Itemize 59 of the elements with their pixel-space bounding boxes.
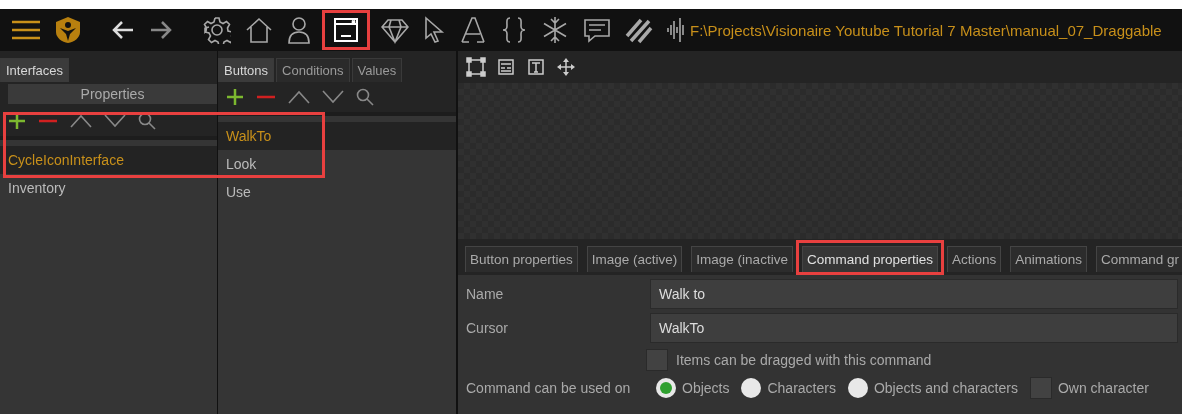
radio-label: Objects	[682, 380, 730, 396]
radio-group-label: Command can be used on	[465, 380, 632, 396]
editor-tab[interactable]: Button properties	[465, 246, 578, 272]
shield-logo-icon[interactable]	[55, 16, 81, 44]
radio-button[interactable]	[741, 378, 762, 398]
editor-tab[interactable]: Actions	[946, 246, 1002, 272]
search-icon[interactable]	[356, 88, 374, 106]
checkbox-label: Items can be dragged with this command	[676, 352, 932, 368]
editor-tab[interactable]: Command properties	[801, 246, 938, 272]
radio-button[interactable]	[656, 378, 676, 398]
up-chevron-icon[interactable]	[70, 114, 92, 128]
radio-button[interactable]	[847, 378, 868, 398]
text-field[interactable]: Walk to	[650, 279, 1178, 309]
down-chevron-icon[interactable]	[322, 90, 344, 104]
waveform-icon[interactable]	[667, 16, 685, 44]
editor-tab[interactable]: Animations	[1010, 246, 1088, 272]
snowflake-icon[interactable]	[541, 16, 569, 44]
plus-icon[interactable]	[226, 88, 244, 106]
project-path: F:\Projects\Visionaire Youtube Tutorial 7 Master\manual_07_Draggable	[690, 21, 1162, 39]
menu-icon[interactable]	[11, 19, 41, 41]
form-icon[interactable]	[496, 57, 516, 77]
person-icon[interactable]	[287, 16, 311, 44]
interface-item[interactable]: Inventory	[0, 174, 217, 202]
panel-tab[interactable]: Values	[351, 58, 403, 82]
editor-tab[interactable]: Command gr	[1096, 246, 1182, 272]
button-item[interactable]: WalkTo	[218, 122, 456, 150]
chat-icon[interactable]	[583, 16, 611, 44]
panel-tab[interactable]: Buttons	[218, 58, 275, 82]
field-label: Cursor	[465, 320, 509, 336]
window-icon[interactable]	[333, 16, 359, 44]
text-frame-icon[interactable]	[526, 57, 546, 77]
settings-icon[interactable]	[203, 16, 231, 44]
search-icon[interactable]	[138, 112, 156, 130]
move-icon[interactable]	[556, 57, 576, 77]
stripes-icon[interactable]	[625, 16, 653, 44]
field-label: Name	[465, 286, 505, 302]
checkbox[interactable]	[646, 349, 668, 371]
cursor-icon[interactable]	[423, 16, 445, 44]
checkbox-label: Own character	[1057, 380, 1149, 396]
square-icon[interactable]	[466, 57, 486, 77]
editor-tab[interactable]: Image (inactive	[691, 246, 793, 272]
button-item[interactable]: Look	[218, 150, 456, 178]
interface-item[interactable]: CycleIconInterface	[0, 146, 217, 174]
braces-icon[interactable]	[501, 16, 527, 44]
editor-tab[interactable]: Image (active)	[586, 246, 683, 272]
text-field[interactable]: WalkTo	[650, 313, 1178, 343]
properties-bar[interactable]: Properties	[8, 84, 217, 104]
interfaces-tab[interactable]: Interfaces	[0, 58, 70, 82]
down-chevron-icon[interactable]	[104, 114, 126, 128]
home-icon[interactable]	[245, 16, 273, 44]
button-item[interactable]: Use	[218, 178, 456, 206]
plus-icon[interactable]	[8, 112, 26, 130]
panel-tab[interactable]: Conditions	[276, 58, 350, 82]
font-icon[interactable]	[459, 16, 487, 44]
diamond-icon[interactable]	[381, 16, 409, 44]
up-chevron-icon[interactable]	[288, 90, 310, 104]
checkbox[interactable]	[1029, 377, 1052, 399]
radio-label: Characters	[767, 380, 836, 396]
radio-label: Objects and characters	[873, 380, 1018, 396]
